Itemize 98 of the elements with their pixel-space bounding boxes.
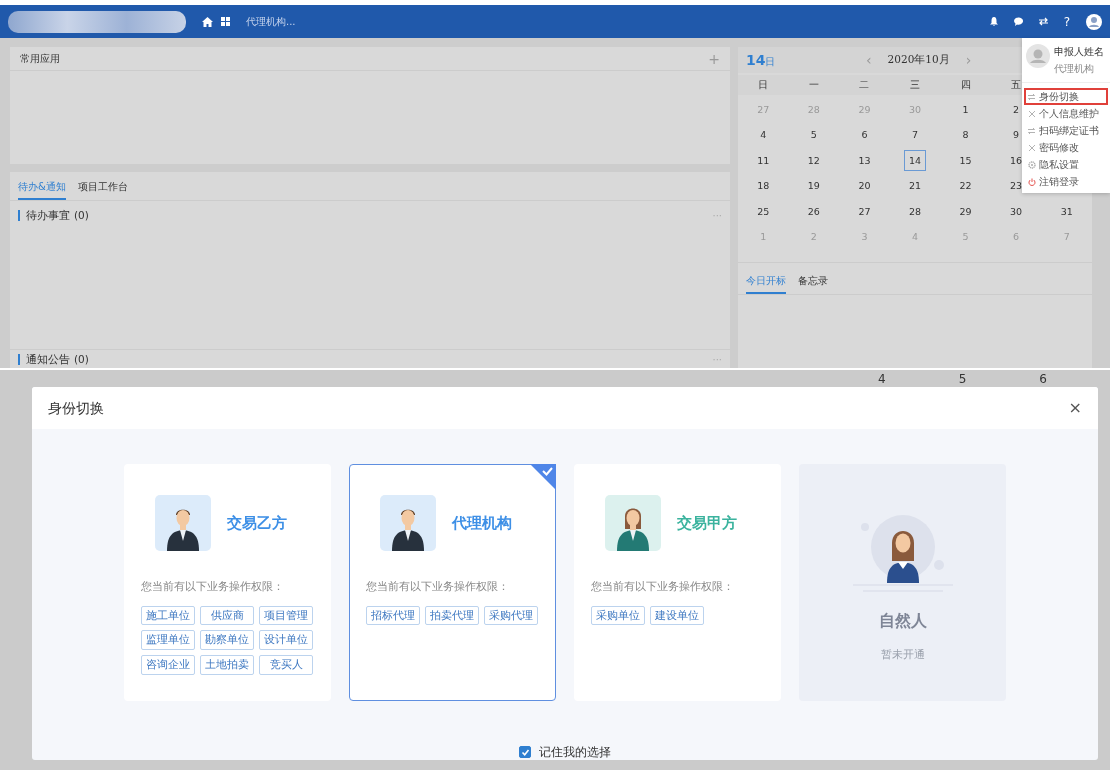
permission-text: 您当前有以下业务操作权限：: [141, 579, 285, 595]
avatar-icon: [1026, 44, 1050, 68]
calendar-day[interactable]: 13: [853, 150, 876, 172]
calendar-day[interactable]: 8: [954, 124, 977, 146]
person-avatar-icon: [605, 495, 661, 551]
panel-title: 常用应用: [20, 52, 60, 66]
calendar-day[interactable]: 26: [802, 201, 825, 223]
role-title: 交易乙方: [227, 512, 287, 534]
permission-tag: 土地拍卖: [200, 655, 254, 675]
calendar-day: 6: [1039, 373, 1047, 385]
calendar-day[interactable]: 18: [752, 175, 775, 197]
menu-item[interactable]: 个人信息维护: [1024, 105, 1108, 122]
calendar-day[interactable]: 4: [752, 124, 775, 146]
weekday-label: 一: [808, 77, 819, 92]
calendar-day[interactable]: 30: [1005, 201, 1028, 223]
remember-checkbox[interactable]: [519, 746, 531, 758]
gear-icon: [1028, 160, 1036, 169]
calendar-day[interactable]: 15: [954, 150, 977, 172]
section-count: (0): [74, 209, 89, 221]
permission-tag: 采购单位: [591, 605, 645, 626]
person-avatar-icon: [380, 495, 436, 551]
status-text: 暂未开通: [880, 647, 925, 663]
calendar-day[interactable]: 29: [954, 201, 977, 223]
panel-tab[interactable]: 项目工作台: [77, 175, 128, 200]
power-icon: [1028, 177, 1036, 186]
close-button[interactable]: ×: [1068, 396, 1082, 420]
calendar-day[interactable]: 20: [853, 175, 876, 197]
menu-item[interactable]: 隐私设置: [1024, 156, 1108, 173]
section-count: (0): [74, 354, 89, 365]
calendar-day[interactable]: 5: [802, 124, 825, 146]
calendar-day[interactable]: 25: [752, 201, 775, 223]
menu-item[interactable]: 身份切换: [1024, 88, 1108, 105]
permission-tag: 供应商: [200, 605, 254, 626]
calendar-day[interactable]: 19: [802, 175, 825, 197]
permission-text: 您当前有以下业务操作权限：: [366, 579, 510, 595]
section-title: 通知公告: [26, 354, 70, 365]
permission-tag: 拍卖代理: [425, 605, 479, 626]
weekday-label: 五: [1011, 77, 1022, 92]
menu-item[interactable]: 注销登录: [1024, 173, 1108, 190]
permission-tag: 咨询企业: [141, 655, 195, 675]
swap-icon[interactable]: [1038, 17, 1048, 26]
permission-tag: 采购代理: [484, 605, 538, 626]
calendar-day[interactable]: 21: [904, 175, 926, 197]
remember-label: 记住我的选择: [539, 744, 611, 760]
permission-tag: 设计单位: [259, 630, 313, 650]
weekday-label: 二: [859, 77, 870, 92]
swap-icon: [1028, 92, 1036, 101]
help-button[interactable]: ?: [1063, 12, 1070, 31]
day-suffix: 日: [765, 54, 776, 69]
month-label: 2020年10月: [887, 52, 950, 68]
permission-tag: 建设单位: [650, 605, 704, 626]
permission-tag: 项目管理: [259, 605, 313, 626]
chat-icon[interactable]: [1013, 17, 1023, 26]
permission-text: 您当前有以下业务操作权限：: [591, 579, 735, 595]
role-title: 交易甲方: [677, 512, 737, 534]
calendar-day[interactable]: 7: [904, 124, 926, 146]
menu-item[interactable]: 扫码绑定证书: [1024, 122, 1108, 139]
menu-item[interactable]: 密码修改: [1024, 139, 1108, 156]
calendar-day[interactable]: 12: [802, 150, 825, 172]
role-card[interactable]: 交易甲方 您当前有以下业务操作权限： 采购单位 建设单位: [574, 464, 781, 701]
tools-icon: [1028, 143, 1036, 152]
permission-tag: 竞买人: [259, 655, 313, 675]
calendar-day: 5: [958, 373, 967, 385]
weekday-label: 日: [758, 77, 769, 92]
role-card[interactable]: 代理机构 您当前有以下业务操作权限： 招标代理 拍卖代理 采购代理: [349, 464, 556, 701]
bell-icon[interactable]: [989, 17, 998, 26]
current-day: 14: [746, 49, 766, 71]
grid-icon[interactable]: [221, 17, 230, 26]
weekday-label: 四: [960, 77, 971, 92]
section-title: 待办事宜: [26, 209, 70, 221]
calendar-day[interactable]: 28: [904, 201, 926, 223]
user-name: 申报人姓名: [1054, 45, 1104, 59]
check-badge-icon: [530, 464, 556, 490]
permission-tag: 施工单位: [141, 605, 195, 626]
dialog-title: 身份切换: [48, 398, 104, 418]
weekday-label: 三: [910, 77, 920, 92]
calendar-day[interactable]: 27: [853, 201, 876, 223]
calendar-day[interactable]: 14: [904, 150, 926, 172]
calendar-day[interactable]: 31: [1055, 201, 1078, 223]
calendar-day: 4: [878, 373, 886, 385]
breadcrumb-text: 代理机构...: [246, 15, 296, 29]
calendar-day[interactable]: 1: [954, 99, 977, 121]
tools-icon: [1028, 109, 1036, 118]
calendar-day[interactable]: 6: [853, 124, 876, 146]
permission-tag: 勘察单位: [200, 630, 254, 650]
user-avatar-icon[interactable]: [1086, 13, 1102, 30]
swap-icon: [1028, 126, 1036, 135]
panel-tab[interactable]: 备忘录: [798, 269, 828, 294]
role-title: 自然人: [878, 610, 927, 632]
permission-tag: 监理单位: [141, 630, 195, 650]
user-org: 代理机构: [1054, 62, 1095, 76]
permission-tag: 招标代理: [366, 605, 420, 626]
role-title: 代理机构: [452, 512, 512, 534]
calendar-day[interactable]: 22: [954, 175, 977, 197]
role-card[interactable]: 交易乙方 您当前有以下业务操作权限： 施工单位 供应商 项目管理 监理单位 勘察单位 设计单位 咨询企业 土地拍卖 竞买人: [124, 464, 331, 701]
calendar-day[interactable]: 11: [752, 150, 775, 172]
person-avatar-icon: [155, 495, 211, 551]
home-icon[interactable]: [202, 16, 213, 27]
